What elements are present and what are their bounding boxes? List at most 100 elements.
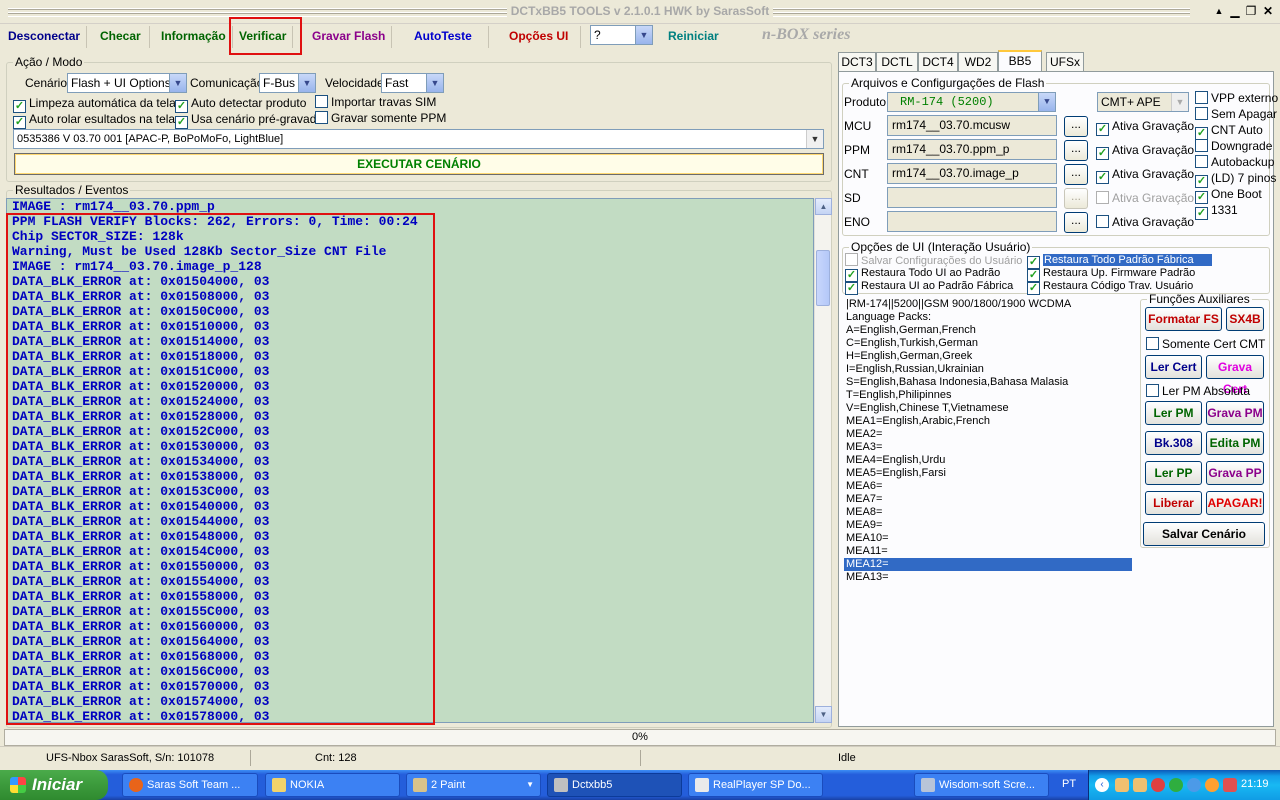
hand-icon[interactable] bbox=[1133, 778, 1147, 792]
formatar-fs-button[interactable]: Formatar FS bbox=[1145, 307, 1222, 331]
eno-ativa-checkbox[interactable]: Ativa Gravação bbox=[1096, 215, 1194, 229]
status-icon[interactable] bbox=[1205, 778, 1219, 792]
tab-dct3[interactable]: DCT3 bbox=[838, 52, 876, 72]
app-icon bbox=[554, 778, 568, 792]
info-line: V=English,Chinese T,Vietnamese bbox=[846, 402, 1009, 414]
scroll-down-icon[interactable]: ▼ bbox=[815, 706, 832, 723]
grava-pm-button[interactable]: Grava PM bbox=[1206, 401, 1264, 425]
bk308-button[interactable]: Bk.308 bbox=[1145, 431, 1202, 455]
ler-pm-button[interactable]: Ler PM bbox=[1145, 401, 1202, 425]
opcoes-ui-button[interactable]: Opções UI bbox=[503, 26, 582, 48]
importar-travas-checkbox[interactable]: Importar travas SIM bbox=[315, 95, 436, 109]
autoteste-button[interactable]: AutoTeste bbox=[408, 26, 489, 48]
close-button[interactable]: ✕ bbox=[1261, 5, 1275, 19]
tab-bb5[interactable]: BB5 bbox=[998, 50, 1042, 72]
auto-detectar-checkbox[interactable]: ✓ Auto detectar produto bbox=[175, 96, 306, 113]
sd-browse-button[interactable]: ... bbox=[1064, 188, 1088, 209]
help-select[interactable]: ? ▼ bbox=[590, 25, 653, 45]
ler-pp-button[interactable]: Ler PP bbox=[1145, 461, 1202, 485]
sd-field[interactable] bbox=[887, 187, 1057, 208]
tab-ufsx[interactable]: UFSx bbox=[1046, 52, 1084, 72]
ppm-ativa-checkbox[interactable]: ✓ Ativa Gravação bbox=[1096, 143, 1194, 160]
skype-icon[interactable] bbox=[1187, 778, 1201, 792]
auto-rolar-checkbox[interactable]: ✓ Auto rolar esultados na tela bbox=[13, 112, 175, 129]
eno-field[interactable] bbox=[887, 211, 1057, 232]
reiniciar-button[interactable]: Reiniciar bbox=[662, 26, 725, 48]
cnt-field[interactable]: rm174__03.70.image_p bbox=[887, 163, 1057, 184]
cnt-ativa-checkbox[interactable]: ✓ Ativa Gravação bbox=[1096, 167, 1194, 184]
downgrade-checkbox[interactable]: Downgrade bbox=[1195, 139, 1272, 153]
ler-pm-absoluta-checkbox[interactable]: Ler PM Absoluta bbox=[1146, 384, 1250, 398]
task-dctxbb5[interactable]: Dctxbb5 bbox=[547, 773, 682, 797]
vpp-externo-checkbox[interactable]: VPP externo bbox=[1195, 91, 1278, 105]
tray-expand-icon[interactable]: ‹ bbox=[1095, 778, 1109, 792]
task-realplayer[interactable]: RealPlayer SP Do... bbox=[688, 773, 823, 797]
task-saras-soft[interactable]: Saras Soft Team ... bbox=[122, 773, 258, 797]
info-line: C=English,Turkish,German bbox=[846, 337, 978, 349]
paint-icon bbox=[413, 778, 427, 792]
desconectar-button[interactable]: Desconectar bbox=[2, 26, 88, 48]
executar-cenario-button[interactable]: EXECUTAR CENÁRIO bbox=[14, 153, 824, 175]
windows-logo-icon bbox=[10, 777, 26, 793]
security-icon[interactable] bbox=[1151, 778, 1165, 792]
grava-cert-button[interactable]: Grava Cert bbox=[1206, 355, 1264, 396]
cenario-select[interactable]: Flash + UI Options ▼ bbox=[67, 73, 187, 93]
help-icon[interactable]: ▲ bbox=[1212, 5, 1226, 19]
scrollbar-thumb[interactable] bbox=[816, 250, 830, 306]
somente-cert-checkbox[interactable]: Somente Cert CMT bbox=[1146, 337, 1265, 351]
restore-button[interactable]: ❐ bbox=[1244, 5, 1258, 19]
task-paint[interactable]: 2 Paint ▼ bbox=[406, 773, 541, 797]
grava-pp-button[interactable]: Grava PP bbox=[1206, 461, 1264, 485]
liberar-button[interactable]: Liberar bbox=[1145, 491, 1202, 515]
cnt-auto-checkbox[interactable]: ✓ CNT Auto bbox=[1195, 123, 1263, 140]
firmware-select[interactable]: 0535386 V 03.70 001 [APAC-P, BoPoMoFo, L… bbox=[13, 129, 824, 149]
limpeza-checkbox[interactable]: ✓ Limpeza automática da tela bbox=[13, 96, 176, 113]
gravar-flash-button[interactable]: Gravar Flash bbox=[306, 26, 393, 48]
tab-dct4[interactable]: DCT4 bbox=[918, 52, 958, 72]
edita-pm-button[interactable]: Edita PM bbox=[1206, 431, 1264, 455]
sem-apagar-checkbox[interactable]: Sem Apagar bbox=[1195, 107, 1277, 121]
ler-cert-button[interactable]: Ler Cert bbox=[1145, 355, 1202, 379]
checar-button[interactable]: Checar bbox=[92, 26, 150, 48]
info-line: MEA3= bbox=[846, 441, 883, 453]
mcu-field[interactable]: rm174__03.70.mcusw bbox=[887, 115, 1057, 136]
mcu-ativa-checkbox[interactable]: ✓ Ativa Gravação bbox=[1096, 119, 1194, 136]
tab-dctl[interactable]: DCTL bbox=[876, 52, 918, 72]
network-icon[interactable] bbox=[1169, 778, 1183, 792]
comunicacao-select[interactable]: F-Bus ▼ bbox=[259, 73, 316, 93]
ld-7-pinos-checkbox[interactable]: ✓ (LD) 7 pinos bbox=[1195, 171, 1276, 188]
ppm-field[interactable]: rm174__03.70.ppm_p bbox=[887, 139, 1057, 160]
sd-ativa-checkbox[interactable]: Ativa Gravação bbox=[1096, 191, 1194, 205]
results-scrollbar[interactable]: ▲ ▼ bbox=[814, 198, 832, 723]
info-line: MEA5=English,Farsi bbox=[846, 467, 946, 479]
tab-wd2[interactable]: WD2 bbox=[958, 52, 998, 72]
task-nokia[interactable]: NOKIA bbox=[265, 773, 400, 797]
autobackup-checkbox[interactable]: Autobackup bbox=[1195, 155, 1274, 169]
minimize-button[interactable]: ▁ bbox=[1228, 5, 1242, 19]
gravar-ppm-checkbox[interactable]: Gravar somente PPM bbox=[315, 111, 446, 125]
language-indicator[interactable]: PT bbox=[1062, 778, 1076, 790]
1331-checkbox[interactable]: ✓ 1331 bbox=[1195, 203, 1238, 220]
mcu-browse-button[interactable]: ... bbox=[1064, 116, 1088, 137]
restaura-ui-fabrica-checkbox[interactable]: ✓ Restaura UI ao Padrão Fábrica bbox=[845, 279, 1013, 295]
info-line: MEA9= bbox=[846, 519, 883, 531]
salvar-cenario-button[interactable]: Salvar Cenário bbox=[1143, 522, 1265, 546]
velocidade-select[interactable]: Fast ▼ bbox=[381, 73, 444, 93]
cmt-select[interactable]: CMT+ APE ▼ bbox=[1097, 92, 1189, 112]
log-line: IMAGE : rm174__03.70.ppm_p bbox=[12, 199, 215, 214]
start-button[interactable]: Iniciar bbox=[0, 770, 108, 800]
usa-cenario-checkbox[interactable]: ✓ Usa cenário pré-gravado bbox=[175, 112, 323, 129]
app-tray-icon[interactable] bbox=[1223, 778, 1237, 792]
produto-select[interactable]: RM-174 (5200) ▼ bbox=[887, 92, 1056, 112]
task-wisdom-soft[interactable]: Wisdom-soft Scre... bbox=[914, 773, 1049, 797]
ppm-browse-button[interactable]: ... bbox=[1064, 140, 1088, 161]
hand-icon[interactable] bbox=[1115, 778, 1129, 792]
cnt-browse-button[interactable]: ... bbox=[1064, 164, 1088, 185]
scroll-up-icon[interactable]: ▲ bbox=[815, 198, 832, 215]
status-serial: UFS-Nbox SarasSoft, S/n: 101078 bbox=[46, 752, 215, 764]
apagar-button[interactable]: APAGAR! bbox=[1206, 491, 1264, 515]
sx4b-button[interactable]: SX4B bbox=[1226, 307, 1264, 331]
informacao-button[interactable]: Informação bbox=[155, 26, 233, 48]
one-boot-checkbox[interactable]: ✓ One Boot bbox=[1195, 187, 1262, 204]
eno-browse-button[interactable]: ... bbox=[1064, 212, 1088, 233]
